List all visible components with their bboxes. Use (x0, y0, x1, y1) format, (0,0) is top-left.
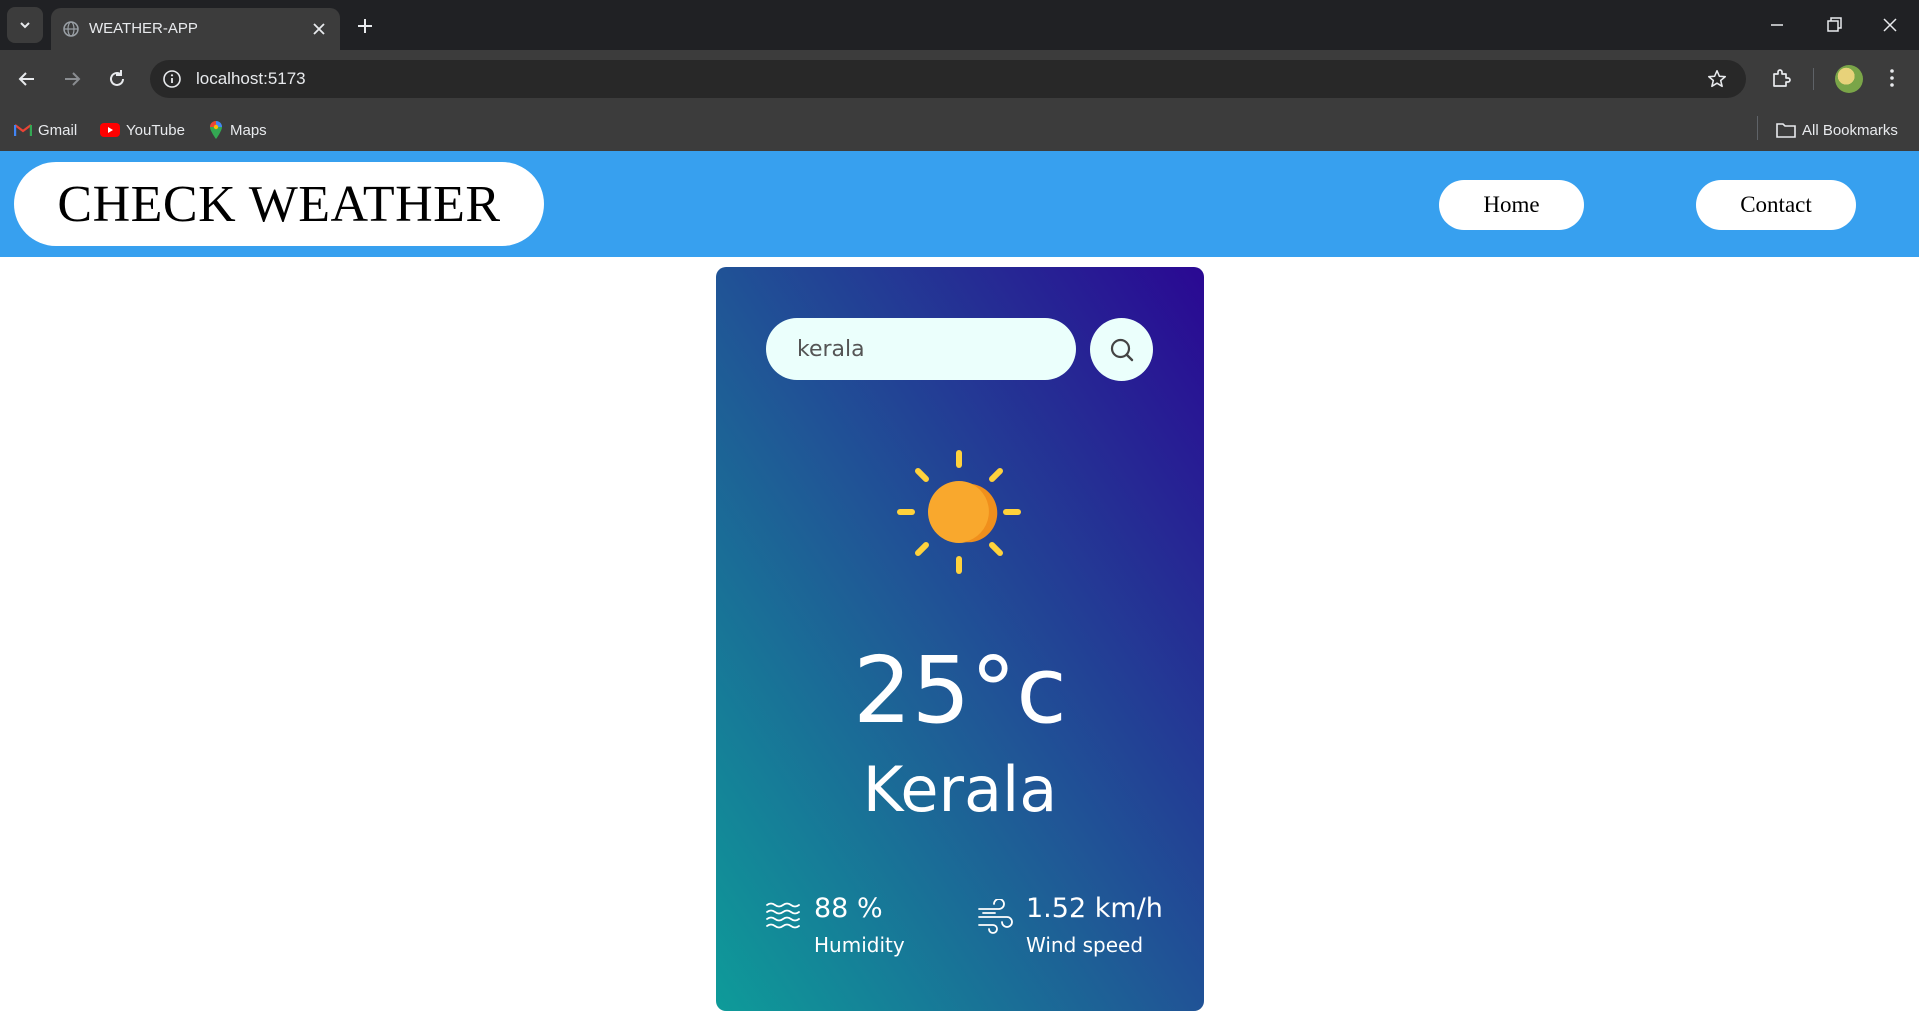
wind-speed-label: Wind speed (1026, 933, 1144, 957)
nav-link-contact[interactable]: Contact (1696, 180, 1856, 230)
humidity-label: Humidity (814, 933, 905, 957)
bookmarks-bar: Gmail YouTube Maps All Bookmarks (0, 108, 1919, 151)
tab-title: WEATHER-APP (89, 20, 198, 37)
humidity-icon (766, 902, 800, 929)
search-button[interactable] (1090, 318, 1153, 381)
close-icon[interactable] (310, 20, 328, 38)
bookmark-label: Gmail (38, 121, 78, 139)
profile-avatar[interactable] (1835, 65, 1863, 93)
browser-toolbar: localhost:5173 (0, 50, 1919, 108)
bookmark-label: Maps (230, 121, 267, 139)
maps-icon (210, 121, 222, 139)
bookmark-star-icon[interactable] (1706, 68, 1728, 90)
temperature: 25°c (853, 637, 1067, 744)
humidity-value: 88 % (814, 893, 883, 924)
bookmark-gmail[interactable]: Gmail (14, 120, 77, 140)
bookmark-youtube[interactable]: YouTube (100, 120, 185, 140)
weather-card: 25°c Kerala 88 % Humidity 1.52 km/h Wind… (716, 267, 1204, 1011)
restore-icon[interactable] (1821, 12, 1847, 38)
more-menu-icon[interactable] (1880, 66, 1904, 90)
bookmark-maps[interactable]: Maps (208, 120, 267, 140)
browser-tab-bar: WEATHER-APP (0, 0, 1919, 50)
extensions-icon[interactable] (1769, 66, 1793, 90)
reload-icon[interactable] (104, 66, 130, 92)
browser-tab[interactable]: WEATHER-APP (51, 8, 340, 50)
brand-title: CHECK WEATHER (57, 175, 501, 233)
search-icon (1110, 338, 1133, 361)
toolbar-divider (1813, 68, 1814, 90)
bookmarks-divider (1757, 116, 1758, 140)
address-bar[interactable]: localhost:5173 (150, 60, 1746, 98)
youtube-icon (100, 123, 120, 137)
back-arrow-icon[interactable] (14, 66, 40, 92)
nav-link-home[interactable]: Home (1439, 180, 1584, 230)
globe-icon (63, 21, 79, 37)
gmail-icon (14, 124, 32, 136)
forward-arrow-icon[interactable] (59, 66, 85, 92)
city-name: Kerala (862, 753, 1058, 826)
folder-icon (1776, 123, 1796, 138)
wind-speed-value: 1.52 km/h (1026, 893, 1163, 924)
site-navbar: CHECK WEATHER Home Contact (0, 151, 1919, 257)
url-text: localhost:5173 (196, 69, 306, 88)
bookmark-label: YouTube (126, 121, 185, 139)
all-bookmarks-label: All Bookmarks (1802, 121, 1898, 139)
close-window-icon[interactable] (1877, 12, 1903, 38)
city-search-input[interactable] (766, 318, 1076, 380)
minimize-icon[interactable] (1764, 12, 1790, 38)
chevron-down-icon (20, 22, 30, 29)
brand-logo[interactable]: CHECK WEATHER (14, 162, 544, 246)
new-tab-icon[interactable] (352, 13, 378, 39)
site-info-icon[interactable] (162, 69, 182, 89)
wind-icon (978, 899, 1013, 934)
sun-icon (897, 450, 1021, 574)
all-bookmarks-button[interactable]: All Bookmarks (1776, 120, 1898, 140)
tab-list-button[interactable] (7, 7, 43, 43)
